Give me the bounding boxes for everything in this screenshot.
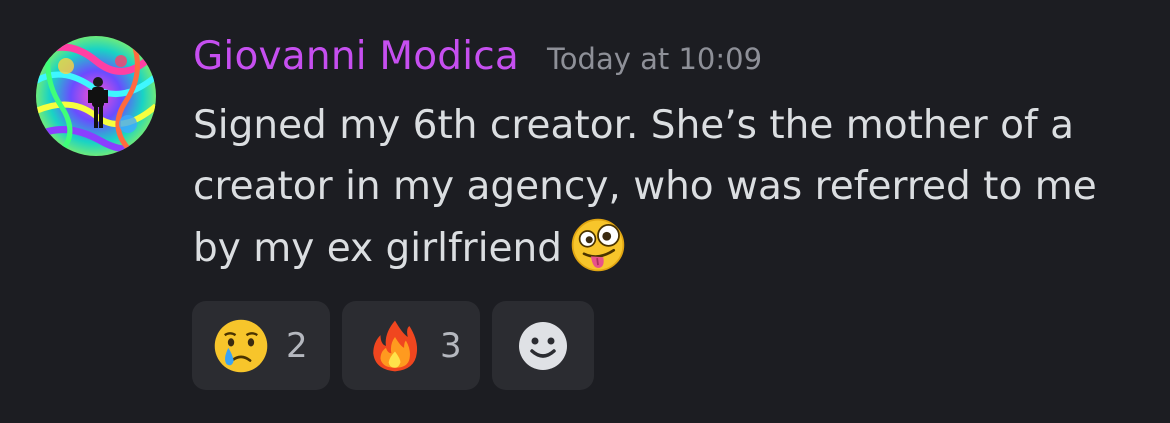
message-line: creator in my agency, who was referred t…	[193, 164, 1097, 209]
add-reaction-button[interactable]	[492, 301, 594, 390]
reactions-bar: 2 3	[192, 301, 594, 390]
message-line: by my ex girlfriend	[193, 217, 1153, 278]
message-line: Signed my 6th creator. She’s the mother …	[193, 103, 1074, 148]
crying-face-emoji	[214, 319, 268, 372]
fire-emoji	[373, 320, 418, 371]
message-line-text: by my ex girlfriend	[193, 226, 563, 271]
avatar-image	[36, 36, 156, 156]
message-timestamp: Today at 10:09	[547, 42, 763, 76]
reaction-fire[interactable]: 3	[342, 301, 480, 390]
reaction-crying[interactable]: 2	[192, 301, 330, 390]
user-avatar[interactable]	[36, 36, 156, 156]
smiley-add-reaction-icon	[519, 321, 567, 370]
reaction-count: 2	[286, 325, 308, 366]
author-name[interactable]: Giovanni Modica	[193, 34, 519, 79]
reaction-count: 3	[440, 325, 462, 366]
chat-message: Giovanni Modica Today at 10:09 Signed my…	[0, 0, 1170, 423]
zany-face-emoji	[571, 218, 625, 272]
message-header: Giovanni Modica Today at 10:09	[193, 34, 762, 79]
message-content: Signed my 6th creator. She’s the mother …	[193, 95, 1153, 278]
